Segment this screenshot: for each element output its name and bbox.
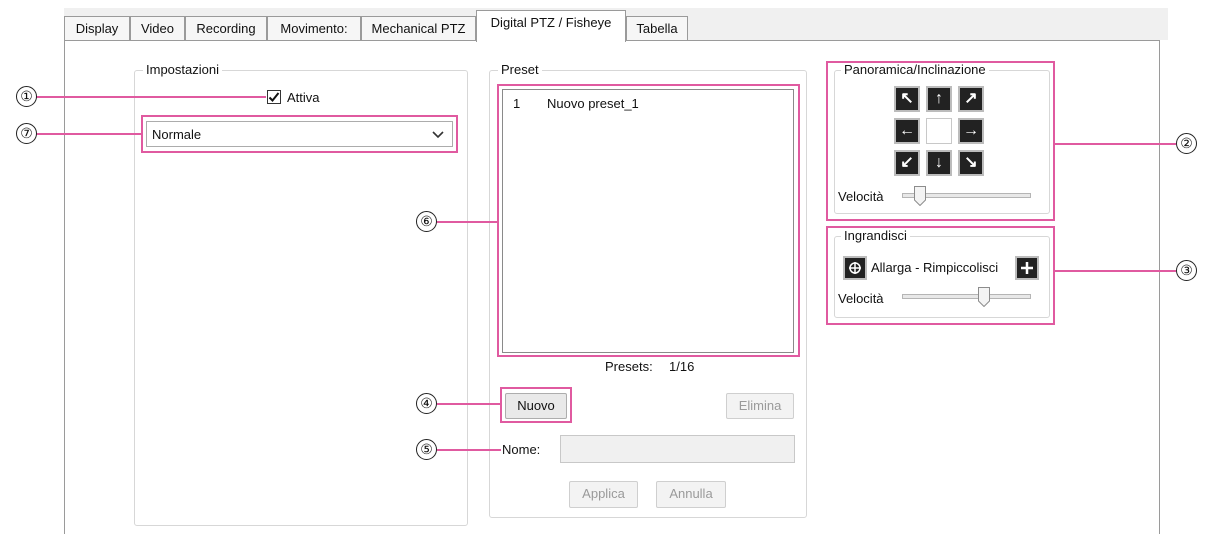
- cancel-button[interactable]: Annulla: [656, 481, 726, 508]
- tab-digital-ptz-fisheye[interactable]: Digital PTZ / Fisheye: [476, 10, 626, 42]
- checkmark-icon: [268, 92, 280, 102]
- highlight-pan-tilt: [826, 61, 1055, 221]
- preset-name-label: Nome:: [502, 442, 541, 457]
- highlight-preset-list: [497, 84, 800, 357]
- enable-checkbox[interactable]: [267, 90, 281, 104]
- highlight-zoom: [826, 226, 1055, 325]
- leader-line-7: [36, 133, 142, 135]
- preset-name-field[interactable]: [560, 435, 795, 463]
- tab-mechanical-ptz[interactable]: Mechanical PTZ: [361, 16, 476, 41]
- leader-line-1: [36, 96, 266, 98]
- settings-legend: Impostazioni: [143, 62, 222, 77]
- leader-line-2: [1054, 143, 1176, 145]
- preset-count-label: Presets:: [605, 359, 653, 374]
- highlight-new-button: [500, 387, 572, 423]
- callout-1: ①: [16, 86, 37, 107]
- callout-7: ⑦: [16, 123, 37, 144]
- leader-line-3: [1054, 270, 1176, 272]
- highlight-mode-select: [141, 115, 458, 153]
- tab-recording[interactable]: Recording: [185, 16, 267, 41]
- callout-4: ④: [416, 393, 437, 414]
- tab-tabella[interactable]: Tabella: [626, 16, 688, 41]
- enable-label: Attiva: [287, 90, 320, 105]
- tab-display[interactable]: Display: [64, 16, 130, 41]
- leader-line-4: [437, 403, 501, 405]
- preset-legend: Preset: [498, 62, 542, 77]
- tab-movimento[interactable]: Movimento:: [267, 16, 361, 41]
- callout-6: ⑥: [416, 211, 437, 232]
- apply-button[interactable]: Applica: [569, 481, 638, 508]
- leader-line-6: [437, 221, 499, 223]
- leader-line-5: [437, 449, 501, 451]
- callout-5: ⑤: [416, 439, 437, 460]
- callout-2: ②: [1176, 133, 1197, 154]
- delete-preset-button[interactable]: Elimina: [726, 393, 794, 419]
- tab-video[interactable]: Video: [130, 16, 185, 41]
- callout-3: ③: [1176, 260, 1197, 281]
- preset-count-value: 1/16: [669, 359, 695, 374]
